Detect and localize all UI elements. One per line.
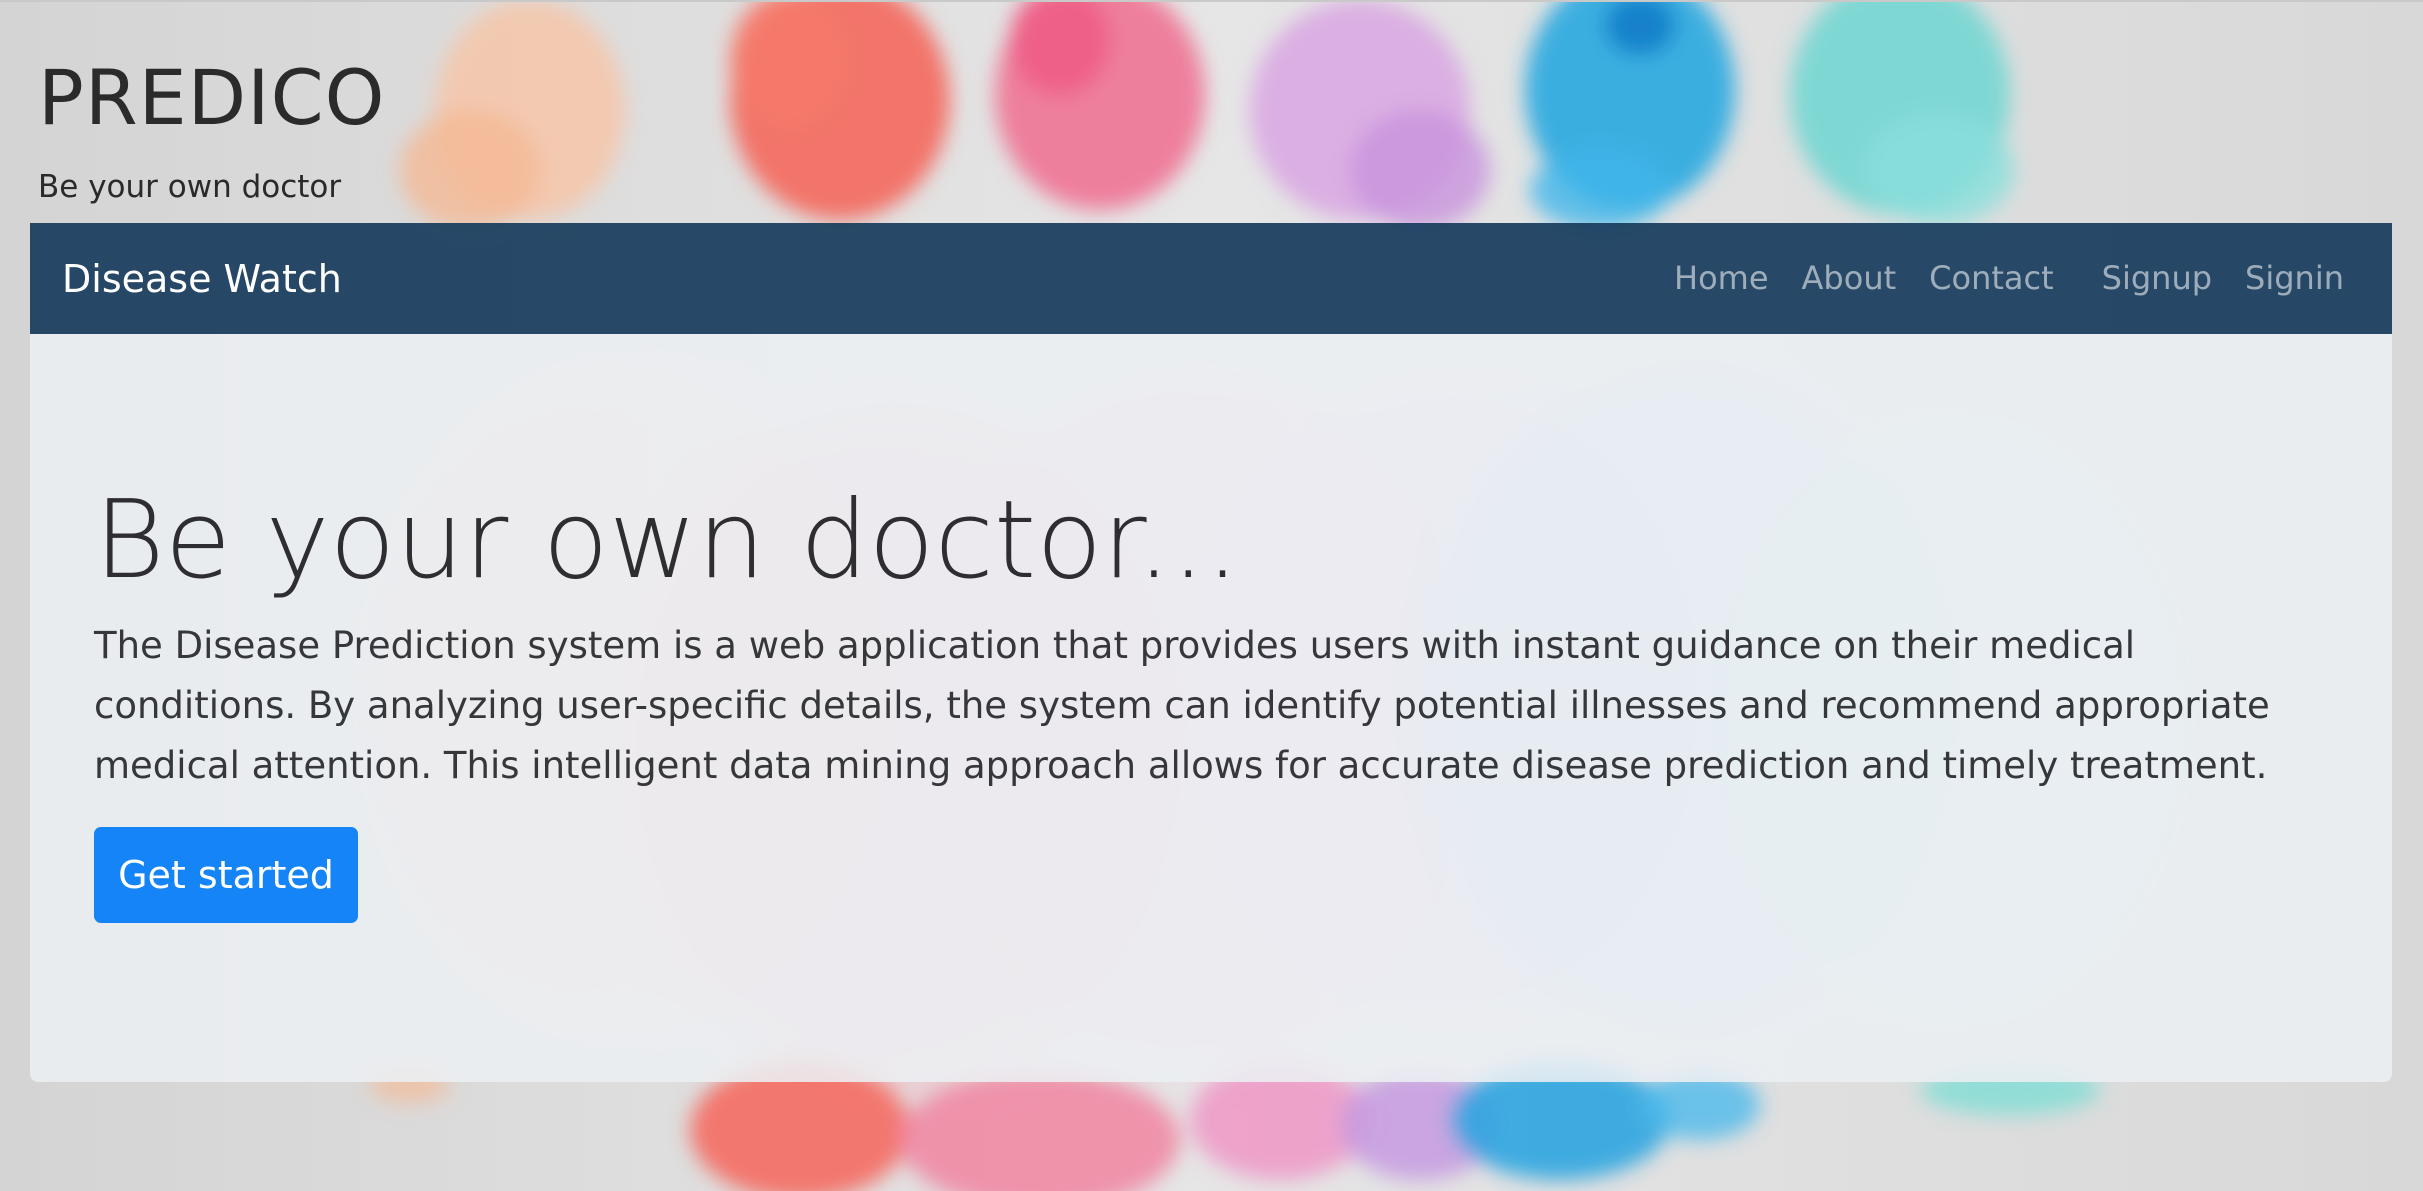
navbar-brand[interactable]: Disease Watch — [62, 258, 342, 301]
page: PREDICO Be your own doctor Disease Watch… — [0, 0, 2423, 1191]
nav-link-signin[interactable]: Signin — [2245, 260, 2344, 296]
navbar: Disease Watch Home About Contact Signup … — [30, 223, 2392, 334]
site-title: PREDICO — [38, 53, 386, 142]
nav-links: Home About Contact Signup Signin — [1674, 260, 2344, 296]
hero-description: The Disease Prediction system is a web a… — [94, 624, 2270, 787]
nav-link-contact[interactable]: Contact — [1929, 260, 2054, 296]
get-started-button[interactable]: Get started — [94, 827, 358, 923]
top-border — [0, 0, 2423, 2]
hero-jumbotron: Be your own doctor... The Disease Predic… — [30, 334, 2392, 1082]
nav-link-signup[interactable]: Signup — [2102, 260, 2212, 296]
nav-link-home[interactable]: Home — [1674, 260, 1769, 296]
nav-link-about[interactable]: About — [1802, 260, 1897, 296]
hero-title: Be your own doctor... — [94, 478, 1240, 603]
site-tagline: Be your own doctor — [38, 169, 342, 205]
